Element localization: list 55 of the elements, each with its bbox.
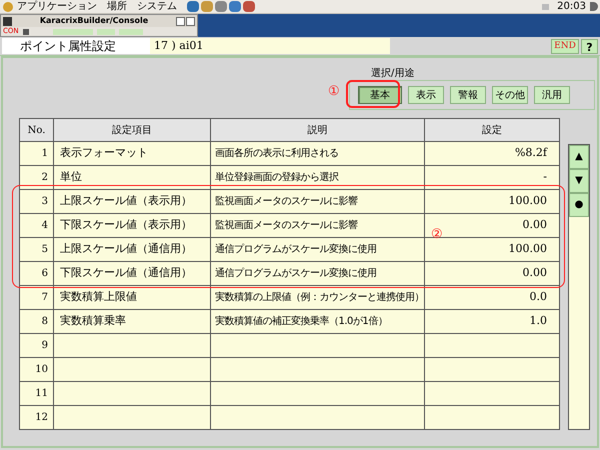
table-cell: 通信プログラムがスケール変換に使用 xyxy=(215,268,376,279)
screen-title: ポイント属性設定 xyxy=(2,38,150,54)
help-button[interactable]: ? xyxy=(581,38,598,54)
table-cell: 1.0 xyxy=(530,314,547,328)
scroll-button[interactable]: ● xyxy=(569,193,589,217)
table-cell: 0.0 xyxy=(530,290,547,304)
table-cell: 下限スケール値（通信用） xyxy=(60,266,192,280)
table-cell: 監視画面メータのスケールに影響 xyxy=(215,196,358,207)
end-button[interactable]: END xyxy=(551,38,579,54)
table-cell: 0.00 xyxy=(522,218,547,232)
table-cell: 0.00 xyxy=(522,266,547,280)
table-cell: 単位登録画面の登録から選択 xyxy=(215,172,338,183)
table-cell: 単位 xyxy=(60,170,82,184)
table-cell: 実数積算値の補正変換乗率（1.0が1倍） xyxy=(215,316,388,327)
table-cell: 実数積算乗率 xyxy=(60,314,126,328)
minimize-button[interactable] xyxy=(176,16,185,26)
point-name-field: 17 ) ai01 xyxy=(150,38,390,54)
scroll-button[interactable]: ▲ xyxy=(569,145,589,169)
table-cell: 表示フォーマット xyxy=(60,146,148,160)
toolbar-field xyxy=(52,28,93,34)
column-header: 設定 xyxy=(424,118,560,142)
column-header: 説明 xyxy=(210,118,424,142)
category-tab[interactable]: 表示 xyxy=(408,86,444,104)
column-header: No. xyxy=(20,118,54,142)
category-tab[interactable]: 汎用 xyxy=(534,86,570,104)
window-title: KaracrixBuilder/Console xyxy=(38,15,150,27)
menu-item[interactable]: 場所 xyxy=(107,0,127,14)
table-cell: 実数積算上限値 xyxy=(60,290,137,304)
column-header: 設定項目 xyxy=(54,118,210,142)
table-cell: 100.00 xyxy=(508,194,547,208)
table-cell: 通信プログラムがスケール変換に使用 xyxy=(215,244,376,255)
highlight-frame xyxy=(346,80,400,108)
category-tab[interactable]: 基本 xyxy=(358,86,402,104)
table-cell: 上限スケール値（通信用） xyxy=(60,242,192,256)
terminal-icon xyxy=(3,16,12,26)
group-label: 選択/用途 xyxy=(371,67,414,81)
table-cell: 上限スケール値（表示用） xyxy=(60,194,192,208)
menu-item[interactable]: システム xyxy=(137,0,177,14)
table-cell: 下限スケール値（表示用） xyxy=(60,218,192,232)
tray-icon xyxy=(542,4,550,10)
table-cell: 実数積算の上限値（例：カウンターと連携使用） xyxy=(215,292,424,303)
table-cell: - xyxy=(543,170,547,184)
row-number: 12 xyxy=(20,406,54,430)
menu-item[interactable]: アプリケーション xyxy=(17,0,97,14)
category-tab[interactable]: その他 xyxy=(492,86,528,104)
scroll-button[interactable]: ▼ xyxy=(569,169,589,193)
table-cell: 画面各所の表示に利用される xyxy=(215,148,338,159)
table-cell: 監視画面メータのスケールに影響 xyxy=(215,220,358,231)
annotation-number: ① xyxy=(328,85,340,99)
close-button[interactable] xyxy=(186,16,195,26)
category-tab[interactable]: 警報 xyxy=(450,86,486,104)
clock: 20:03 xyxy=(557,0,586,14)
table-cell: %8.2f xyxy=(514,146,547,160)
toolbar-icon[interactable] xyxy=(22,28,29,34)
table-cell: 100.00 xyxy=(508,242,547,256)
